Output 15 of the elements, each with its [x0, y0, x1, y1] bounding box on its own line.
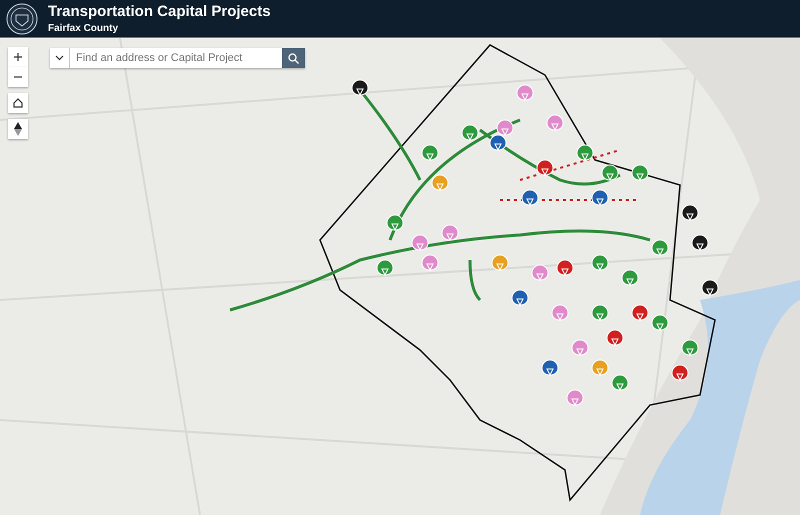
search-button[interactable] [282, 48, 305, 68]
search-field[interactable]: Find an address or Capital Project [50, 48, 305, 68]
chevron-down-icon [55, 55, 64, 61]
app-subtitle: Fairfax County [48, 22, 120, 34]
home-button[interactable] [8, 93, 28, 113]
search-icon [288, 52, 299, 64]
app-title: Transportation Capital Projects [48, 2, 271, 20]
minus-icon [14, 76, 22, 78]
compass-button[interactable] [8, 119, 28, 139]
compass-icon [14, 122, 22, 136]
zoom-in-button[interactable] [8, 47, 28, 67]
home-icon [13, 98, 23, 108]
search-source-dropdown[interactable] [50, 48, 70, 68]
plus-icon [14, 53, 22, 61]
county-seal-icon [6, 2, 38, 34]
